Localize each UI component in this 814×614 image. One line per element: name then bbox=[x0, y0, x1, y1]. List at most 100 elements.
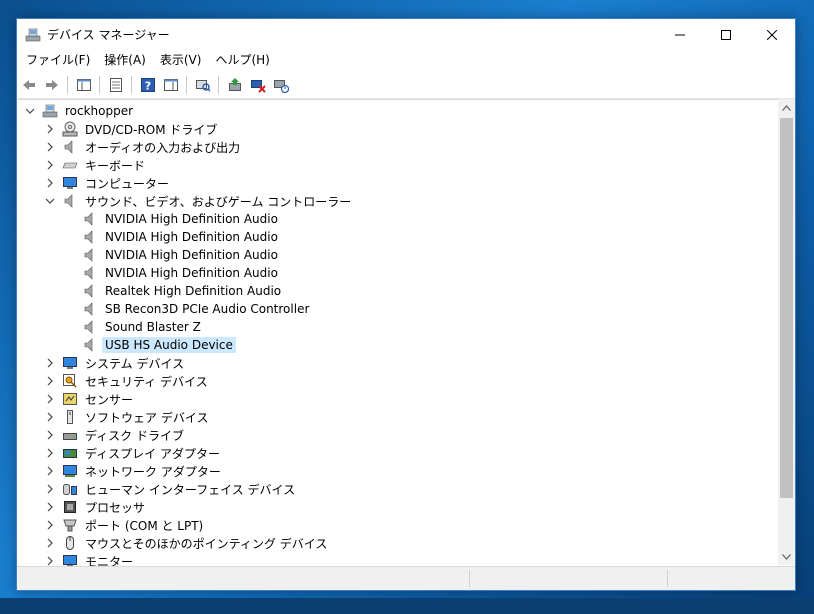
chevron-right-icon[interactable] bbox=[44, 393, 56, 405]
chevron-down-icon[interactable] bbox=[44, 195, 56, 207]
tree-category-hid[interactable]: ヒューマン インターフェイス デバイス bbox=[44, 480, 298, 498]
menu-view[interactable]: 表示(V) bbox=[153, 50, 209, 70]
vertical-scrollbar[interactable] bbox=[778, 99, 795, 565]
back-arrow-icon bbox=[23, 80, 35, 90]
desktop-taskbar bbox=[0, 598, 814, 614]
menu-file[interactable]: ファイル(F) bbox=[19, 50, 97, 70]
tree-category-network-adapters[interactable]: ネットワーク アダプター bbox=[44, 462, 224, 480]
tree-category-sound-video-game[interactable]: サウンド、ビデオ、およびゲーム コントローラー bbox=[44, 192, 354, 210]
update-driver-button[interactable] bbox=[224, 74, 246, 96]
monitor-icon bbox=[62, 553, 78, 566]
device-manager-window: デバイス マネージャー ファイル(F) 操作(A) 表示(V) ヘルプ(H) ?… bbox=[16, 18, 796, 591]
tree-category-software-devices[interactable]: ソフトウェア デバイス bbox=[44, 408, 211, 426]
speaker-icon bbox=[82, 229, 98, 245]
uninstall-device-button[interactable] bbox=[247, 74, 269, 96]
enable-device-icon bbox=[274, 80, 289, 93]
speaker-icon bbox=[82, 283, 98, 299]
tree-category-sensors[interactable]: センサー bbox=[44, 390, 136, 408]
software-device-icon bbox=[62, 409, 78, 425]
action-pane-button[interactable] bbox=[160, 74, 182, 96]
maximize-icon bbox=[721, 29, 731, 40]
minimize-button[interactable] bbox=[657, 19, 703, 50]
tree-category-processors[interactable]: プロセッサ bbox=[44, 498, 148, 516]
enable-device-button[interactable] bbox=[270, 74, 292, 96]
chevron-right-icon[interactable] bbox=[44, 429, 56, 441]
help-icon: ? bbox=[141, 78, 155, 93]
properties-icon bbox=[110, 78, 122, 92]
tree-device-item[interactable]: NVIDIA High Definition Audio bbox=[82, 246, 281, 264]
security-key-icon bbox=[62, 373, 78, 389]
help-button[interactable]: ? bbox=[137, 74, 159, 96]
chevron-down-icon bbox=[782, 553, 791, 560]
chevron-right-icon[interactable] bbox=[44, 519, 56, 531]
chevron-right-icon[interactable] bbox=[44, 123, 56, 135]
properties-button[interactable] bbox=[105, 74, 127, 96]
tree-category-ports[interactable]: ポート (COM と LPT) bbox=[44, 516, 206, 534]
speaker-icon bbox=[82, 265, 98, 281]
tree-category-security[interactable]: セキュリティ デバイス bbox=[44, 372, 211, 390]
disk-drive-icon bbox=[62, 427, 78, 443]
toolbar-separator bbox=[218, 76, 219, 94]
tree-category-audio-io[interactable]: オーディオの入力および出力 bbox=[44, 138, 243, 156]
tree-category-monitors[interactable]: モニター bbox=[44, 552, 136, 566]
forward-arrow-icon bbox=[46, 80, 58, 90]
menu-bar: ファイル(F) 操作(A) 表示(V) ヘルプ(H) bbox=[17, 50, 795, 70]
scan-hardware-button[interactable] bbox=[192, 74, 214, 96]
forward-button[interactable] bbox=[41, 74, 63, 96]
tree-device-item[interactable]: NVIDIA High Definition Audio bbox=[82, 228, 281, 246]
keyboard-icon bbox=[62, 157, 78, 173]
chevron-right-icon[interactable] bbox=[44, 483, 56, 495]
toolbar-separator bbox=[186, 76, 187, 94]
maximize-button[interactable] bbox=[703, 19, 749, 50]
show-hide-console-tree-button[interactable] bbox=[73, 74, 95, 96]
chevron-right-icon[interactable] bbox=[44, 411, 56, 423]
chevron-right-icon[interactable] bbox=[44, 555, 56, 566]
tree-device-item[interactable]: Sound Blaster Z bbox=[82, 318, 204, 336]
tree-category-keyboard[interactable]: キーボード bbox=[44, 156, 148, 174]
chevron-down-icon[interactable] bbox=[24, 105, 36, 117]
minimize-icon bbox=[675, 34, 685, 35]
title-bar[interactable]: デバイス マネージャー bbox=[17, 19, 795, 50]
tree-device-item-selected[interactable]: USB HS Audio Device bbox=[82, 336, 236, 354]
toolbar-separator bbox=[67, 76, 68, 94]
scroll-thumb[interactable] bbox=[780, 118, 793, 498]
monitor-icon bbox=[62, 355, 78, 371]
network-adapter-icon bbox=[62, 463, 78, 479]
menu-help[interactable]: ヘルプ(H) bbox=[208, 50, 276, 70]
tree-category-system-devices[interactable]: システム デバイス bbox=[44, 354, 187, 372]
tree-category-computer[interactable]: コンピューター bbox=[44, 174, 172, 192]
menu-action[interactable]: 操作(A) bbox=[97, 50, 153, 70]
chevron-right-icon[interactable] bbox=[44, 537, 56, 549]
status-bar-divider bbox=[469, 570, 470, 587]
tree-device-item[interactable]: SB Recon3D PCIe Audio Controller bbox=[82, 300, 312, 318]
back-button[interactable] bbox=[18, 74, 40, 96]
chevron-right-icon[interactable] bbox=[44, 141, 56, 153]
scroll-down-button[interactable] bbox=[778, 548, 795, 565]
tree-category-mice[interactable]: マウスとそのほかのポインティング デバイス bbox=[44, 534, 330, 552]
tree-device-item[interactable]: NVIDIA High Definition Audio bbox=[82, 210, 281, 228]
chevron-right-icon[interactable] bbox=[44, 375, 56, 387]
tree-category-dvd[interactable]: DVD/CD-ROM ドライブ bbox=[44, 120, 220, 138]
svg-text:?: ? bbox=[145, 80, 151, 93]
computer-icon bbox=[62, 175, 78, 191]
toolbar-separator bbox=[131, 76, 132, 94]
chevron-right-icon[interactable] bbox=[44, 159, 56, 171]
uninstall-device-icon bbox=[251, 80, 266, 93]
tree-category-disk-drives[interactable]: ディスク ドライブ bbox=[44, 426, 187, 444]
tree-root-computer[interactable]: rockhopper bbox=[24, 102, 136, 120]
tree-category-display-adapters[interactable]: ディスプレイ アダプター bbox=[44, 444, 223, 462]
device-tree[interactable]: rockhopper DVD/CD-ROM ドライブ オーディオの入力および出力… bbox=[18, 99, 778, 566]
chevron-right-icon[interactable] bbox=[44, 177, 56, 189]
chevron-right-icon[interactable] bbox=[44, 357, 56, 369]
scroll-up-button[interactable] bbox=[778, 99, 795, 116]
close-button[interactable] bbox=[749, 19, 795, 50]
tree-device-item[interactable]: Realtek High Definition Audio bbox=[82, 282, 284, 300]
update-driver-icon bbox=[229, 78, 241, 91]
port-icon bbox=[62, 517, 78, 533]
speaker-icon bbox=[62, 193, 78, 209]
computer-network-icon bbox=[42, 103, 58, 119]
chevron-right-icon[interactable] bbox=[44, 465, 56, 477]
chevron-right-icon[interactable] bbox=[44, 501, 56, 513]
chevron-right-icon[interactable] bbox=[44, 447, 56, 459]
tree-device-item[interactable]: NVIDIA High Definition Audio bbox=[82, 264, 281, 282]
